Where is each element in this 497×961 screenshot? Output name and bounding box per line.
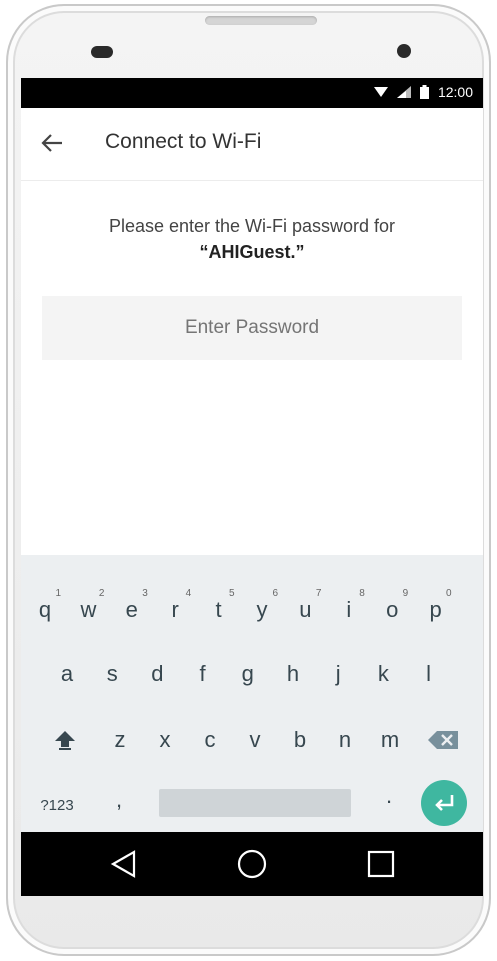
back-triangle-icon[interactable] (109, 849, 139, 879)
key-label: y (256, 597, 268, 622)
key-label: w (80, 597, 97, 622)
key-a[interactable]: a (47, 661, 87, 687)
key-label: i (346, 597, 352, 622)
key-v[interactable]: v (235, 727, 275, 753)
backspace-icon[interactable] (427, 729, 459, 751)
key-l[interactable]: l (409, 661, 449, 687)
key-hint: 8 (359, 588, 365, 599)
home-circle-icon[interactable] (236, 849, 268, 881)
speaker-grille (205, 16, 317, 25)
signal-icon (396, 86, 411, 98)
key-k[interactable]: k (363, 661, 403, 687)
page-title: Connect to Wi-Fi (105, 130, 262, 153)
symbols-key[interactable]: ?123 (33, 797, 81, 814)
key-label: u (299, 597, 312, 622)
enter-button[interactable] (421, 780, 467, 826)
key-z[interactable]: z (100, 727, 140, 753)
key-hint: 2 (98, 588, 105, 599)
key-c[interactable]: c (190, 727, 230, 753)
key-o[interactable]: 9o (372, 588, 412, 623)
key-label: o (386, 597, 399, 622)
arrow-left-icon[interactable] (39, 130, 65, 156)
enter-icon (435, 795, 454, 811)
key-y[interactable]: 6y (242, 588, 282, 623)
app-bar: Connect to Wi-Fi (21, 108, 483, 181)
comma-key[interactable]: , (99, 787, 139, 813)
wifi-icon (373, 87, 388, 97)
key-h[interactable]: h (273, 661, 313, 687)
key-hint: 6 (272, 588, 278, 599)
password-prompt: Please enter the Wi-Fi password for “AHI… (21, 213, 483, 265)
key-hint: 4 (185, 588, 192, 599)
space-bar[interactable] (159, 789, 351, 817)
key-label: t (215, 597, 222, 622)
key-r[interactable]: 4r (155, 588, 195, 623)
key-label: p (429, 597, 442, 622)
key-d[interactable]: d (137, 661, 177, 687)
key-j[interactable]: j (318, 661, 358, 687)
key-hint: 9 (402, 588, 409, 599)
key-label: r (171, 597, 179, 622)
shift-icon[interactable] (53, 729, 77, 751)
key-n[interactable]: n (325, 727, 365, 753)
key-f[interactable]: f (183, 661, 223, 687)
key-w[interactable]: 2w (68, 588, 108, 623)
network-name: “AHIGuest.” (199, 242, 305, 262)
key-s[interactable]: s (92, 661, 132, 687)
key-hint: 3 (142, 588, 148, 599)
key-hint: 0 (446, 588, 452, 599)
key-q[interactable]: 1q (25, 588, 65, 623)
key-hint: 1 (55, 588, 61, 599)
key-t[interactable]: 5t (199, 588, 239, 623)
key-hint: 5 (229, 588, 235, 599)
keyboard: 1q2w3e4r5t6y7u8i9o0p asdfghjkl zxcvbnm ?… (21, 555, 483, 832)
key-label: e (125, 597, 138, 622)
key-g[interactable]: g (228, 661, 268, 687)
key-u[interactable]: 7u (285, 588, 325, 623)
status-bar: 12:00 (21, 78, 483, 108)
screen: 12:00 Connect to Wi-Fi Please enter the … (21, 78, 483, 896)
status-time: 12:00 (437, 84, 473, 100)
navigation-bar (21, 832, 483, 896)
front-camera (397, 44, 411, 58)
key-hint: 7 (315, 588, 322, 599)
key-i[interactable]: 8i (329, 588, 369, 623)
prompt-text: Please enter the Wi-Fi password for (108, 216, 396, 236)
key-x[interactable]: x (145, 727, 185, 753)
key-m[interactable]: m (370, 727, 410, 753)
password-input[interactable] (42, 296, 462, 360)
battery-icon (419, 85, 429, 99)
period-key[interactable]: . (369, 783, 409, 809)
key-b[interactable]: b (280, 727, 320, 753)
key-e[interactable]: 3e (112, 588, 152, 623)
key-p[interactable]: 0p (416, 588, 456, 623)
key-label: q (38, 597, 52, 622)
earpiece (91, 46, 113, 58)
recents-square-icon[interactable] (366, 849, 396, 879)
